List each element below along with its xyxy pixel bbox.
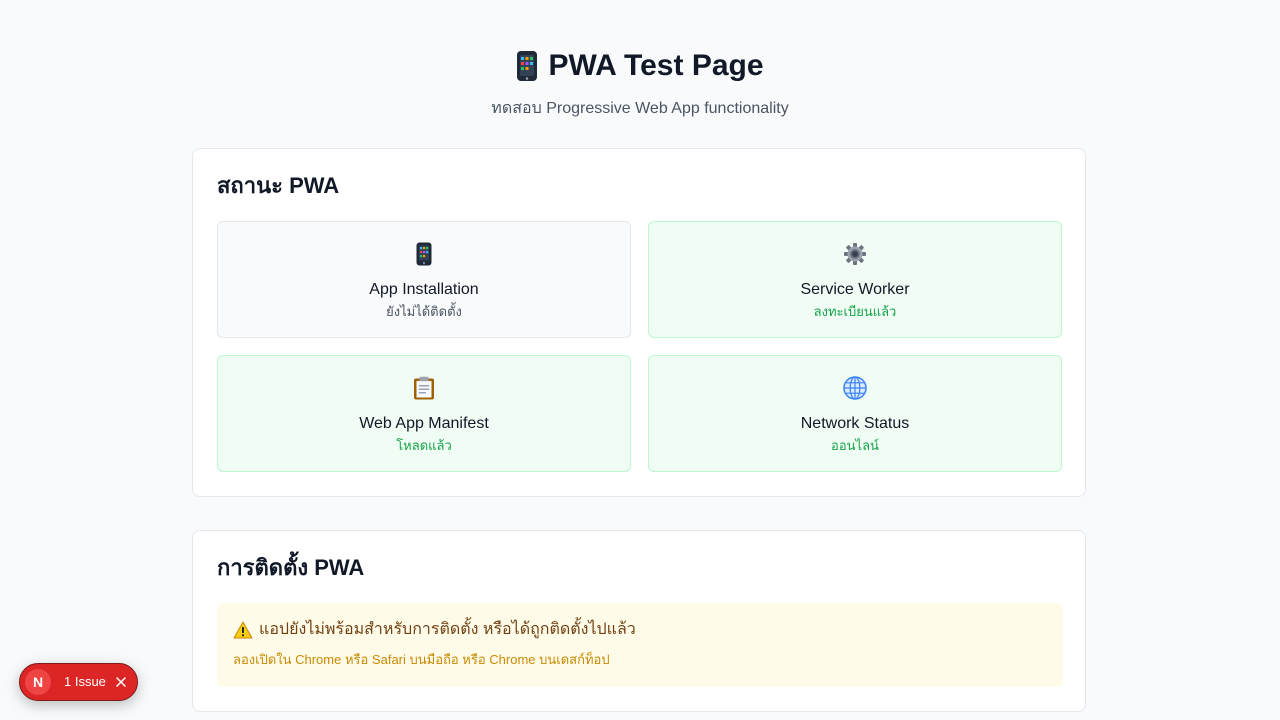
warning-icon <box>233 621 253 639</box>
gear-icon <box>649 240 1061 268</box>
pwa-status-title: สถานะ PWA <box>217 173 340 198</box>
status-value: ลงทะเบียนแล้ว <box>813 304 897 319</box>
pwa-install-title: การติดตั้ง PWA <box>217 555 365 580</box>
status-tile-app-installation: App Installation ยังไม่ได้ติดตั้ง <box>217 221 631 338</box>
issues-count-label[interactable]: 1 Issue <box>64 673 106 691</box>
next-logo[interactable]: N <box>25 669 51 695</box>
status-tile-service-worker: Service Worker ลงทะเบียนแล้ว <box>648 221 1062 338</box>
page-title-text: PWA Test Page <box>548 49 764 82</box>
dev-issues-indicator[interactable]: N 1 Issue <box>19 663 138 701</box>
pwa-install-card: การติดตั้ง PWA แอปยังไม่พร้อมสำหรับการติ… <box>192 530 1086 712</box>
close-icon[interactable] <box>113 674 129 690</box>
status-label: App Installation <box>369 281 479 298</box>
status-value: โหลดแล้ว <box>396 438 452 453</box>
status-label: Web App Manifest <box>359 415 489 432</box>
install-warning: แอปยังไม่พร้อมสำหรับการติดตั้ง หรือได้ถู… <box>217 603 1063 687</box>
clipboard-icon <box>218 374 630 402</box>
install-warning-text: แอปยังไม่พร้อมสำหรับการติดตั้ง หรือได้ถู… <box>259 621 636 638</box>
page-title: PWA Test Page <box>0 46 1280 86</box>
status-label: Service Worker <box>800 281 910 298</box>
pwa-status-card: สถานะ PWA App Installation ยังไม่ได้ติดต… <box>192 148 1086 497</box>
install-warning-hint: ลองเปิดใน Chrome หรือ Safari บนมือถือ หร… <box>233 652 610 667</box>
status-value: ออนไลน์ <box>831 438 879 453</box>
mobile-phone-icon <box>218 240 630 268</box>
status-label: Network Status <box>800 415 910 432</box>
mobile-phone-icon <box>517 51 538 81</box>
page-header: PWA Test Page ทดสอบ Progressive Web App … <box>0 46 1280 120</box>
globe-icon <box>649 374 1061 402</box>
install-warning-title: แอปยังไม่พร้อมสำหรับการติดตั้ง หรือได้ถู… <box>233 619 636 641</box>
status-tile-web-app-manifest: Web App Manifest โหลดแล้ว <box>217 355 631 472</box>
page-subtitle: ทดสอบ Progressive Web App functionality <box>491 100 789 117</box>
status-value: ยังไม่ได้ติดตั้ง <box>386 304 462 319</box>
status-tile-network-status: Network Status ออนไลน์ <box>648 355 1062 472</box>
